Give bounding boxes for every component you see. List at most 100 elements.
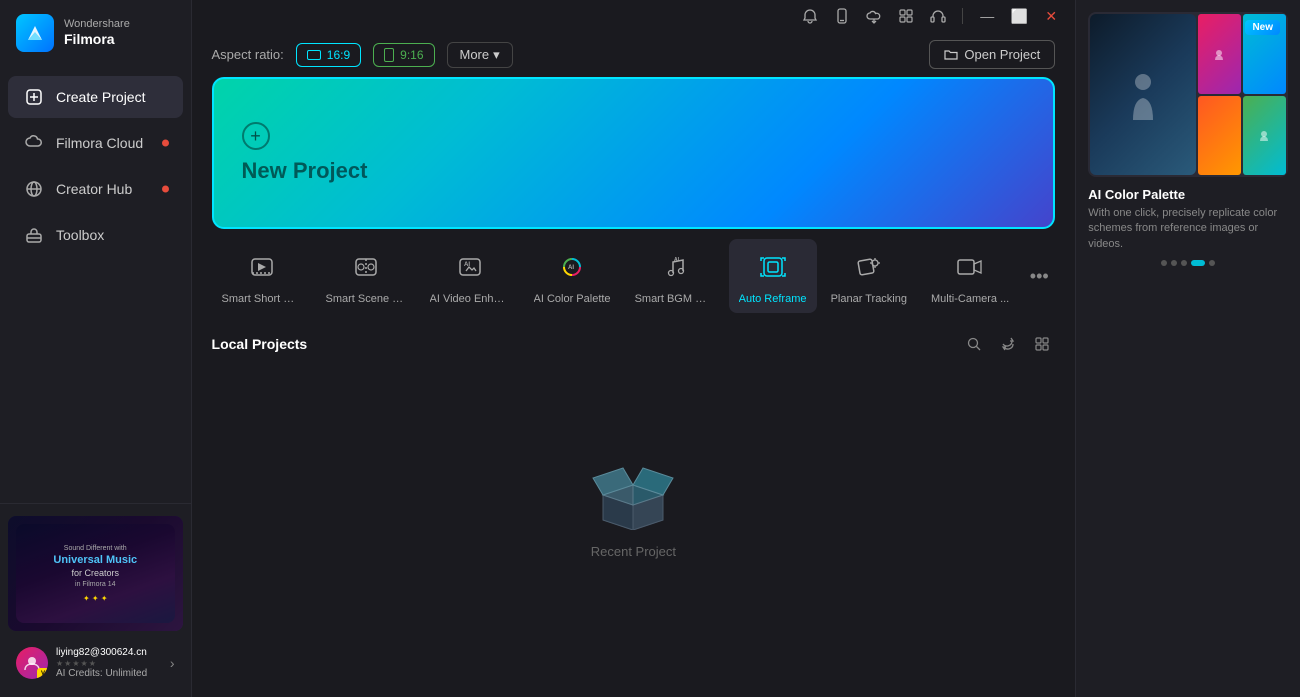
portrait-icon xyxy=(384,48,394,62)
smart-bgm-gen-label: Smart BGM Ge... xyxy=(635,293,715,305)
promo-title: AI Color Palette xyxy=(1088,187,1288,202)
grid-view-button[interactable] xyxy=(1029,331,1055,357)
close-button[interactable]: ✕ xyxy=(1039,4,1063,28)
sidebar-item-filmora-cloud-label: Filmora Cloud xyxy=(56,135,143,151)
toolbox-icon xyxy=(24,225,44,245)
aspect-16-9-button[interactable]: 16:9 xyxy=(296,43,361,67)
creator-hub-icon xyxy=(24,179,44,199)
carousel-dot-2[interactable] xyxy=(1181,260,1187,266)
landscape-icon xyxy=(307,50,321,60)
creator-hub-badge xyxy=(162,186,169,193)
ai-color-palette-label: AI Color Palette xyxy=(534,293,611,305)
new-project-label: New Project xyxy=(242,158,368,184)
empty-box-icon xyxy=(588,460,678,530)
empty-text: Recent Project xyxy=(591,544,676,559)
title-bar: — ⬜ ✕ xyxy=(192,0,1076,32)
sidebar-item-creator-hub[interactable]: Creator Hub xyxy=(8,168,183,210)
app-logo-icon xyxy=(16,14,54,52)
planar-tracking-label: Planar Tracking xyxy=(831,293,907,305)
create-project-icon xyxy=(24,87,44,107)
sidebar-item-toolbox[interactable]: Toolbox xyxy=(8,214,183,256)
ai-tool-smart-bgm-gen[interactable]: AI Smart BGM Ge... xyxy=(625,239,725,313)
refresh-projects-button[interactable] xyxy=(995,331,1021,357)
carousel-dots xyxy=(1088,260,1288,266)
logo-text: Wondershare Filmora xyxy=(64,18,130,48)
search-projects-button[interactable] xyxy=(961,331,987,357)
smart-short-clip-label: Smart Short Cli... xyxy=(222,293,302,305)
folder-icon xyxy=(944,48,958,62)
multi-camera-label: Multi-Camera ... xyxy=(931,293,1009,305)
ai-video-enhance-label: AI Video Enhan... xyxy=(430,293,510,305)
svg-text:AI: AI xyxy=(674,257,680,263)
vip-badge: V xyxy=(37,668,48,679)
svg-text:AI: AI xyxy=(568,265,574,271)
sidebar-item-creator-hub-label: Creator Hub xyxy=(56,181,132,197)
main-content: — ⬜ ✕ Aspect ratio: 16:9 9:16 More ▾ Ope… xyxy=(192,0,1076,697)
notification-icon[interactable] xyxy=(798,4,822,28)
carousel-dot-1[interactable] xyxy=(1171,260,1177,266)
ai-video-enhance-icon: AI xyxy=(450,247,490,287)
user-avatar: V xyxy=(16,647,48,679)
more-button[interactable]: More ▾ xyxy=(447,42,513,68)
sidebar-item-create-project-label: Create Project xyxy=(56,89,145,105)
ai-tool-smart-scene-cut[interactable]: Smart Scene Cut xyxy=(316,239,416,313)
promo-desc: With one click, precisely replicate colo… xyxy=(1088,206,1288,252)
local-projects-actions xyxy=(961,331,1055,357)
ai-tool-ai-video-enhance[interactable]: AI AI Video Enhan... xyxy=(420,239,520,313)
new-project-banner[interactable]: + New Project xyxy=(212,77,1056,229)
smart-bgm-gen-icon: AI xyxy=(655,247,695,287)
ad-banner[interactable]: Sound Different with Universal Music for… xyxy=(8,516,183,631)
apps-icon[interactable] xyxy=(894,4,918,28)
promo-image: New xyxy=(1088,12,1288,177)
ai-tool-ai-color-palette[interactable]: AI AI Color Palette xyxy=(524,239,621,313)
minimize-button[interactable]: — xyxy=(975,4,999,28)
mobile-icon[interactable] xyxy=(830,4,854,28)
carousel-dot-3[interactable] xyxy=(1191,260,1205,266)
carousel-dot-4[interactable] xyxy=(1209,260,1215,266)
ai-tools-row: Smart Short Cli... Smart Scene Cut AI xyxy=(192,229,1076,323)
sidebar-item-toolbox-label: Toolbox xyxy=(56,227,104,243)
planar-tracking-icon xyxy=(849,247,889,287)
user-stars: ★★★★★ xyxy=(56,659,162,668)
new-project-plus-icon: + xyxy=(242,122,270,150)
local-projects-title: Local Projects xyxy=(212,336,954,352)
sidebar-item-create-project[interactable]: Create Project xyxy=(8,76,183,118)
carousel-dot-0[interactable] xyxy=(1161,260,1167,266)
headset-icon[interactable] xyxy=(926,4,950,28)
maximize-button[interactable]: ⬜ xyxy=(1007,4,1031,28)
smart-short-clip-icon xyxy=(242,247,282,287)
sidebar-bottom: Sound Different with Universal Music for… xyxy=(0,503,191,697)
aspect-ratio-label: Aspect ratio: xyxy=(212,47,284,62)
local-projects-header: Local Projects xyxy=(192,323,1076,361)
filmora-cloud-icon xyxy=(24,133,44,153)
ai-tool-smart-short-clip[interactable]: Smart Short Cli... xyxy=(212,239,312,313)
ad-banner-content: Sound Different with Universal Music for… xyxy=(8,516,183,631)
user-more-button[interactable]: › xyxy=(170,655,175,671)
cloud-icon[interactable] xyxy=(862,4,886,28)
multi-camera-icon xyxy=(950,247,990,287)
ai-color-palette-icon: AI xyxy=(552,247,592,287)
chevron-down-icon: ▾ xyxy=(493,47,500,63)
aspect-9-16-button[interactable]: 9:16 xyxy=(373,43,434,67)
user-credits: AI Credits: Unlimited xyxy=(56,668,162,679)
ai-tool-multi-camera[interactable]: Multi-Camera ... xyxy=(921,239,1019,313)
smart-scene-cut-label: Smart Scene Cut xyxy=(326,293,406,305)
sidebar: Wondershare Filmora Create Project xyxy=(0,0,192,697)
ai-tool-auto-reframe[interactable]: Auto Reframe xyxy=(729,239,817,313)
empty-state: Recent Project xyxy=(192,361,1076,697)
user-name: liying82@300624.cn xyxy=(56,647,162,658)
nav-items: Create Project Filmora Cloud Creator Hub xyxy=(0,66,191,503)
titlebar-divider xyxy=(962,8,963,24)
user-profile[interactable]: V liying82@300624.cn ★★★★★ AI Credits: U… xyxy=(8,641,183,685)
auto-reframe-icon xyxy=(753,247,793,287)
sidebar-item-filmora-cloud[interactable]: Filmora Cloud xyxy=(8,122,183,164)
logo-area: Wondershare Filmora xyxy=(0,0,191,66)
open-project-button[interactable]: Open Project xyxy=(929,40,1055,69)
ai-tool-planar-tracking[interactable]: Planar Tracking xyxy=(821,239,917,313)
smart-scene-cut-icon xyxy=(346,247,386,287)
filmora-cloud-badge xyxy=(162,140,169,147)
logo-brand: Wondershare xyxy=(64,18,130,31)
new-project-content: + New Project xyxy=(242,122,368,184)
ai-tools-more-button[interactable]: ••• xyxy=(1023,260,1055,292)
header-area: Aspect ratio: 16:9 9:16 More ▾ Open Proj… xyxy=(192,32,1076,77)
